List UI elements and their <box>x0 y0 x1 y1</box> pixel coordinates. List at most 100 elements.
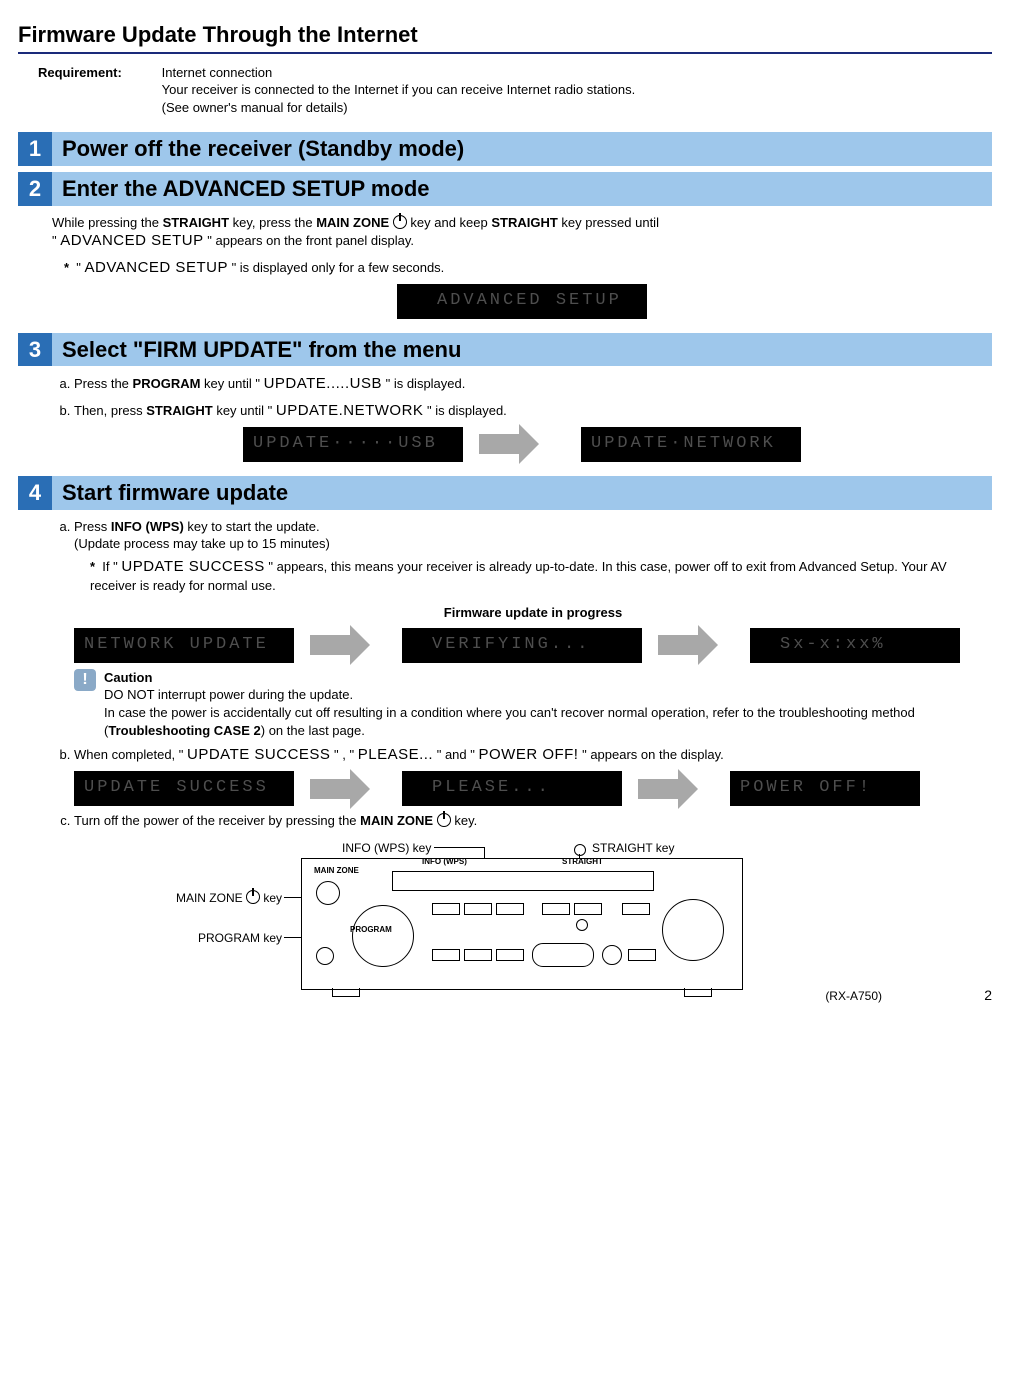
requirement-body: Internet connection Your receiver is con… <box>162 64 982 117</box>
step-2-title: Enter the ADVANCED SETUP mode <box>52 172 440 206</box>
usb-port <box>532 943 594 967</box>
lcd-power-off: POWER OFF! <box>730 771 920 806</box>
s3b-end: " is displayed. <box>423 403 506 418</box>
note-open: " <box>76 260 84 275</box>
s3a-pre: Press the <box>74 376 133 391</box>
s4c-post: key. <box>454 813 477 828</box>
s4c-pre: Turn off the power of the receiver by pr… <box>74 813 360 828</box>
step-2-number: 2 <box>18 172 52 206</box>
s4b-pre: When completed, " <box>74 747 187 762</box>
step-1-number: 1 <box>18 132 52 166</box>
note-close: " is displayed only for a few seconds. <box>228 260 444 275</box>
s4a-pre: Press <box>74 519 111 534</box>
step-2-text-d: key pressed until <box>558 215 659 230</box>
input-knob <box>352 905 414 967</box>
arrow-icon <box>310 635 350 655</box>
s3a-mid: key until " <box>200 376 263 391</box>
page-title: Firmware Update Through the Internet <box>18 20 992 54</box>
step-3a: Press the PROGRAM key until " UPDATE....… <box>74 374 992 394</box>
s4b-mid2: " and " <box>433 747 478 762</box>
lcd-verifying: VERIFYING... <box>402 628 642 663</box>
step-2-bar: 2 Enter the ADVANCED SETUP mode <box>18 172 992 206</box>
s3a-end: " is displayed. <box>382 376 465 391</box>
mainzone-button <box>316 881 340 905</box>
step-3-number: 3 <box>18 333 52 367</box>
step-4c: Turn off the power of the receiver by pr… <box>74 812 992 830</box>
step-4a: Press INFO (WPS) key to start the update… <box>74 518 992 740</box>
requirement-label: Requirement: <box>38 64 158 82</box>
step-2-body: While pressing the STRAIGHT key, press t… <box>52 214 992 319</box>
step-2-text-b: key, press the <box>229 215 316 230</box>
caution-icon: ! <box>74 669 96 691</box>
label-mainzone-key: MAIN ZONE key <box>132 890 282 906</box>
small-label-mainzone: MAIN ZONE <box>314 866 359 877</box>
s4a-star: * <box>90 559 95 574</box>
s3b-pre: Then, press <box>74 403 146 418</box>
s4a-star-a: If " <box>102 559 121 574</box>
lcd-please: PLEASE... <box>402 771 622 806</box>
arrow-icon <box>658 635 698 655</box>
display-panel <box>392 871 654 891</box>
power-icon <box>437 813 451 827</box>
lcd-update-success: UPDATE SUCCESS <box>74 771 294 806</box>
update-success-text: UPDATE SUCCESS <box>121 558 264 575</box>
key-straight-2: STRAIGHT <box>491 215 557 230</box>
key-straight-3: STRAIGHT <box>146 403 212 418</box>
troubleshooting-ref: Troubleshooting CASE 2 <box>108 723 260 738</box>
requirement-line-3: (See owner's manual for details) <box>162 100 348 115</box>
device-diagram: INFO (WPS) key STRAIGHT key MAIN ZONE ke… <box>172 840 872 972</box>
step-4-body: Press INFO (WPS) key to start the update… <box>52 518 992 972</box>
lcd-network-update: NETWORK UPDATE <box>74 628 294 663</box>
caution-line-2c: ) on the last page. <box>261 723 365 738</box>
arrow-icon <box>310 779 350 799</box>
step-4-number: 4 <box>18 476 52 510</box>
step-2-text-a: While pressing the <box>52 215 163 230</box>
step-4b: When completed, " UPDATE SUCCESS " , " P… <box>74 745 992 806</box>
step-1-bar: 1 Power off the receiver (Standby mode) <box>18 132 992 166</box>
arrow-icon <box>479 434 519 454</box>
step-3-body: Press the PROGRAM key until " UPDATE....… <box>52 374 992 461</box>
s4b-mid1: " , " <box>330 747 357 762</box>
step-3b: Then, press STRAIGHT key until " UPDATE.… <box>74 401 992 421</box>
small-label-straight: STRAIGHT <box>562 857 603 868</box>
straight-indicator-circle <box>574 844 586 856</box>
key-info: INFO (WPS) <box>111 519 184 534</box>
key-program: PROGRAM <box>133 376 201 391</box>
step-4-title: Start firmware update <box>52 476 298 510</box>
power-icon <box>246 890 260 904</box>
s4a-sub: (Update process may take up to 15 minute… <box>74 535 992 553</box>
s4b-s3: POWER OFF! <box>478 746 578 763</box>
model-label: (RX-A750) <box>825 988 882 1004</box>
quote-close: " appears on the front panel display. <box>204 233 414 248</box>
step-4-bar: 4 Start firmware update <box>18 476 992 510</box>
progress-caption: Firmware update in progress <box>74 604 992 622</box>
caution-line-1: DO NOT interrupt power during the update… <box>104 686 992 704</box>
step-3-title: Select "FIRM UPDATE" from the menu <box>52 333 471 367</box>
volume-knob <box>662 899 724 961</box>
lcd-advanced-setup: ADVANCED SETUP <box>397 284 647 319</box>
update-usb-text: UPDATE.....USB <box>264 375 382 392</box>
s3b-mid: key until " <box>213 403 276 418</box>
key-straight: STRAIGHT <box>163 215 229 230</box>
advanced-setup-text-2: ADVANCED SETUP <box>85 259 228 276</box>
lcd-update-network: UPDATE·NETWORK <box>581 427 801 462</box>
label-info-key: INFO (WPS) key <box>342 840 431 856</box>
s4a-post: key to start the update. <box>184 519 320 534</box>
requirement-line-1: Internet connection <box>162 65 273 80</box>
power-icon <box>393 215 407 229</box>
caution-title: Caution <box>104 669 992 687</box>
lcd-update-usb: UPDATE·····USB <box>243 427 463 462</box>
advanced-setup-text: ADVANCED SETUP <box>60 232 203 249</box>
arrow-icon <box>638 779 678 799</box>
small-label-info: INFO (WPS) <box>422 857 467 868</box>
step-1-title: Power off the receiver (Standby mode) <box>52 132 474 166</box>
s4b-s2: PLEASE... <box>358 746 433 763</box>
key-mainzone-2: MAIN ZONE <box>360 813 433 828</box>
key-mainzone: MAIN ZONE <box>316 215 389 230</box>
step-2-text-c: key and keep <box>407 215 492 230</box>
quote-open: " <box>52 233 60 248</box>
s4b-s1: UPDATE SUCCESS <box>187 746 330 763</box>
note-asterisk: * <box>64 260 69 275</box>
step-3-bar: 3 Select "FIRM UPDATE" from the menu <box>18 333 992 367</box>
update-network-text: UPDATE.NETWORK <box>276 402 424 419</box>
